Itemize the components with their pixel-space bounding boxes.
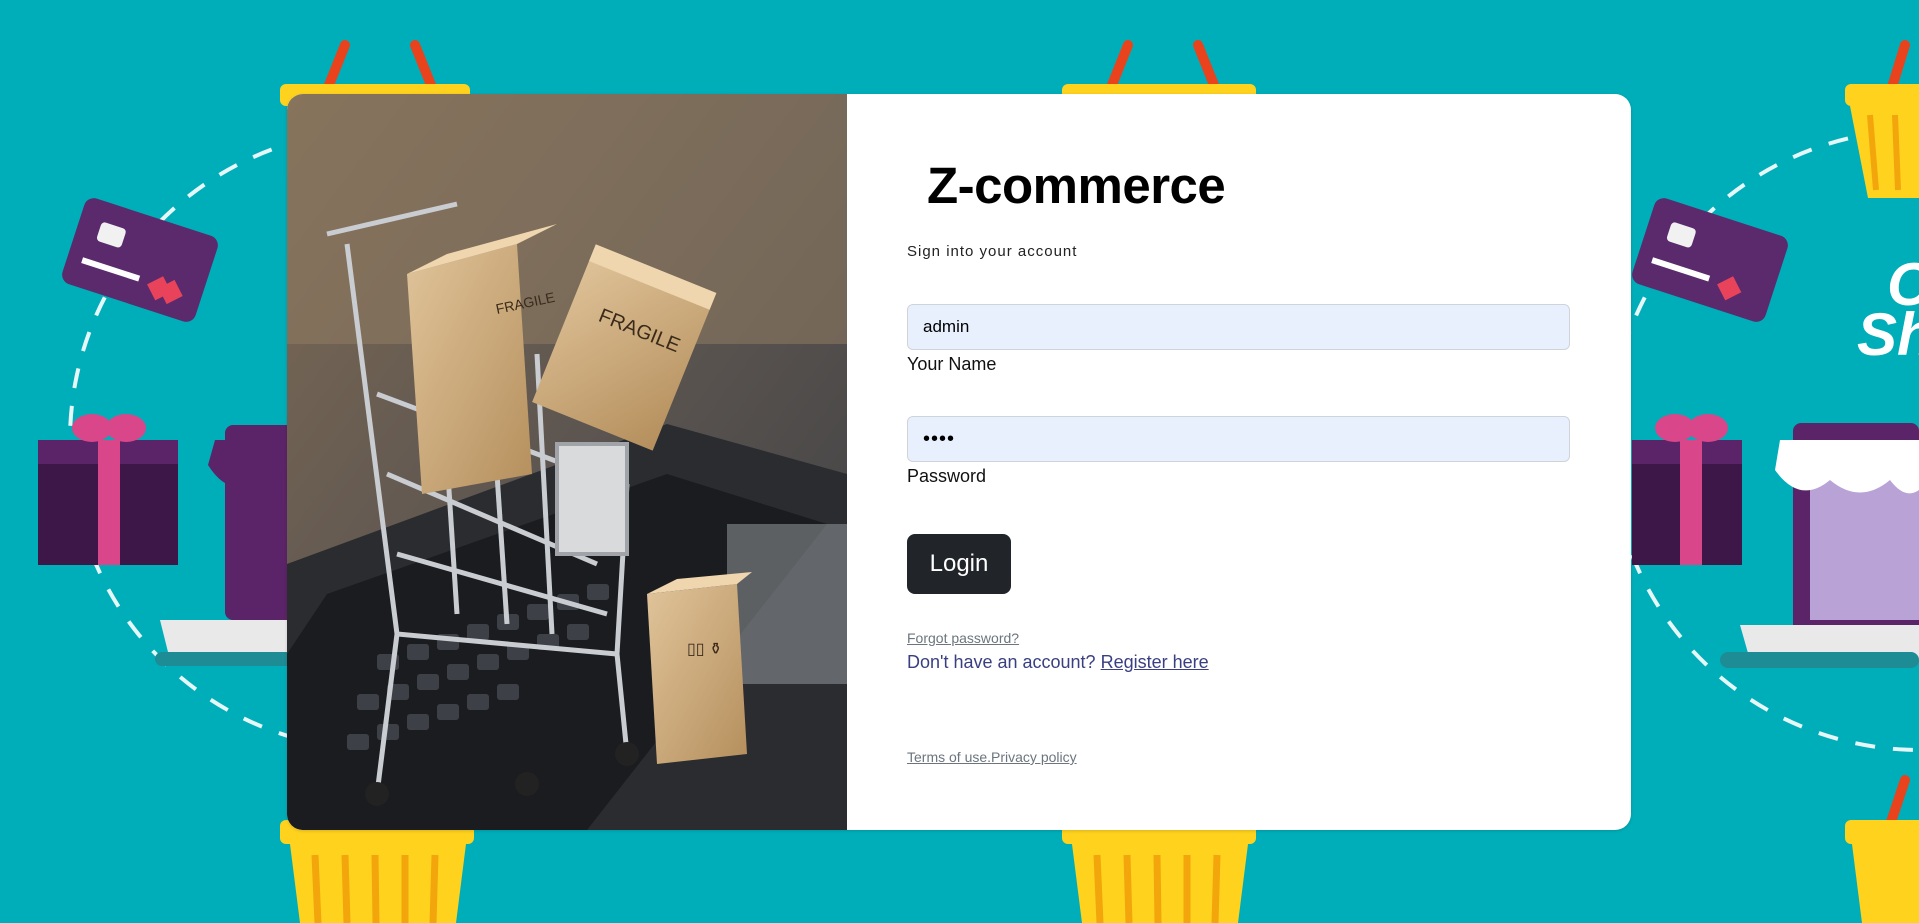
- login-card: FRAGILE FRAGILE ▯▯ ⚱ Z-commerce Sign int…: [287, 94, 1631, 830]
- brand-title: Z-commerce: [927, 157, 1226, 214]
- login-form: Z-commerce Sign into your account Your N…: [907, 94, 1572, 830]
- credit-card-icon: [1632, 198, 1788, 322]
- no-account-text: Don't have an account?: [907, 652, 1096, 672]
- terms-of-use-link[interactable]: Terms of use.: [907, 749, 991, 765]
- forgot-password-link[interactable]: Forgot password?: [907, 630, 1019, 646]
- name-label: Your Name: [907, 354, 997, 374]
- privacy-policy-link[interactable]: Privacy policy: [991, 749, 1077, 765]
- credit-card-icon: [62, 198, 218, 322]
- password-input[interactable]: [907, 416, 1570, 462]
- svg-text:Sh: Sh: [1857, 301, 1919, 368]
- sign-in-subtitle: Sign into your account: [907, 243, 1078, 260]
- svg-text:▯▯ ⚱: ▯▯ ⚱: [687, 641, 722, 658]
- gift-box-icon: [38, 414, 178, 565]
- shopping-basket-icon: [1062, 820, 1256, 923]
- shopping-basket-icon: [1845, 40, 1919, 198]
- name-input[interactable]: [907, 304, 1570, 350]
- login-button[interactable]: Login: [907, 534, 1011, 594]
- password-label: Password: [907, 466, 987, 486]
- gift-box-icon: [1632, 414, 1742, 565]
- shopping-cart-laptop-image: FRAGILE FRAGILE ▯▯ ⚱: [287, 94, 847, 830]
- shopping-basket-icon: [1845, 775, 1919, 923]
- register-prompt: Don't have an account? Register here: [907, 652, 1209, 673]
- online-shopping-lettering: O Sh: [1857, 251, 1919, 368]
- laptop-store-icon: [1720, 423, 1919, 668]
- register-link[interactable]: Register here: [1101, 652, 1209, 672]
- shopping-basket-icon: [280, 820, 474, 923]
- legal-links: Terms of use.Privacy policy: [907, 749, 1077, 765]
